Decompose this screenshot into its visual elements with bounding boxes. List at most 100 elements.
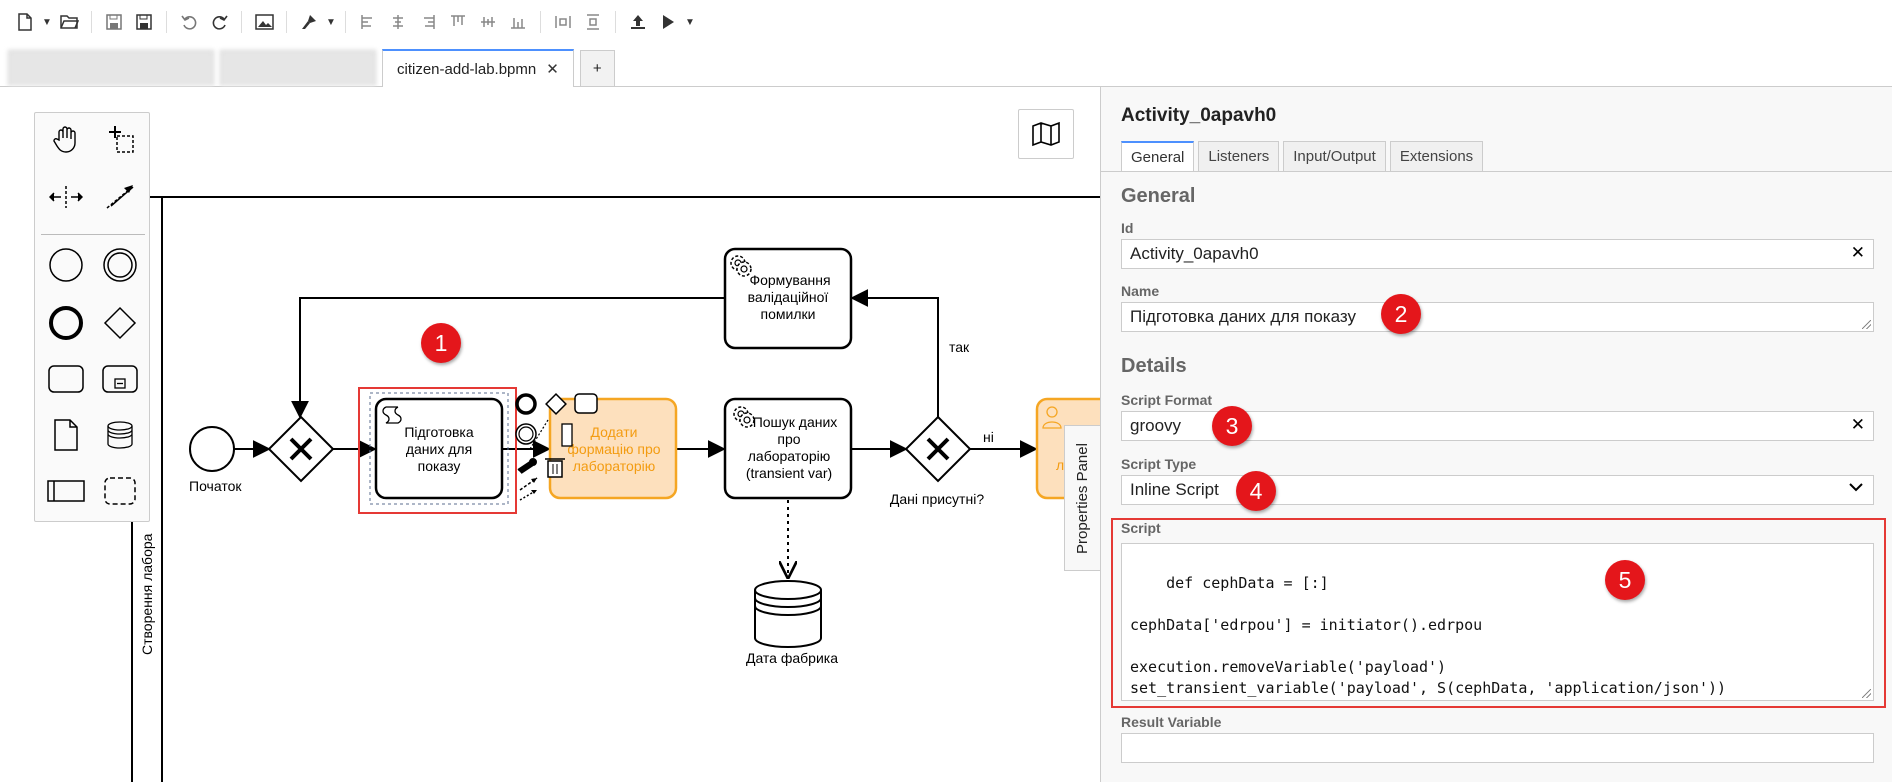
clear-script-format-icon[interactable]: ✕ — [1851, 415, 1865, 435]
tab-listeners[interactable]: Listeners — [1198, 141, 1280, 171]
tab-blurred-1[interactable]: blurred tab — [8, 50, 214, 86]
new-file-dropdown-icon[interactable]: ▼ — [40, 7, 54, 37]
resize-grip-icon[interactable] — [1862, 320, 1871, 329]
tab-bar: blurred tab blurred citizen-add-lab.bpmn… — [0, 49, 1892, 87]
service-task-search-label-3: лабораторію — [748, 448, 830, 464]
minimap-toggle-button[interactable] — [1018, 109, 1074, 159]
toolbar-divider — [345, 11, 346, 33]
align-middle-icon[interactable] — [473, 7, 503, 37]
distribute-horizontal-icon[interactable] — [548, 7, 578, 37]
data-store[interactable] — [754, 580, 822, 648]
data-store-label: Дата фабрика — [746, 650, 838, 666]
name-label: Name — [1121, 283, 1160, 299]
properties-panel: Activity_0apavh0 General Listeners Input… — [1100, 87, 1892, 782]
diagram-canvas[interactable]: Створення лабора Початок Підготовка дани… — [0, 87, 1100, 782]
hand-tool-icon[interactable] — [41, 117, 91, 161]
save-as-icon[interactable] — [129, 7, 159, 37]
service-task-search-label-2: про — [777, 431, 800, 447]
user-task-partial-label: л — [1056, 457, 1064, 473]
align-right-icon[interactable] — [413, 7, 443, 37]
close-icon[interactable]: ✕ — [546, 60, 559, 78]
panel-tabs: General Listeners Input/Output Extension… — [1121, 141, 1487, 171]
start-event[interactable] — [189, 426, 235, 472]
create-end-event-icon[interactable] — [41, 301, 91, 345]
script-format-label: Script Format — [1121, 392, 1213, 408]
distribute-vertical-icon[interactable] — [578, 7, 608, 37]
name-field[interactable]: Підготовка даних для показу — [1121, 302, 1874, 332]
script-type-value: Inline Script — [1130, 480, 1219, 499]
run-dropdown-icon[interactable]: ▼ — [683, 7, 697, 37]
align-top-icon[interactable] — [443, 7, 473, 37]
new-file-icon[interactable] — [10, 7, 40, 37]
name-value: Підготовка даних для показу — [1130, 307, 1356, 326]
toolbar: ▼ ▼ ▼ — [0, 0, 1892, 44]
append-text-annotation-icon[interactable] — [561, 423, 573, 447]
add-tab-button[interactable]: + — [579, 50, 615, 86]
start-event-label: Початок — [189, 478, 242, 494]
delete-trash-icon[interactable] — [545, 458, 565, 478]
toolbar-divider — [91, 11, 92, 33]
lasso-tool-icon[interactable] — [95, 117, 145, 161]
open-folder-icon[interactable] — [54, 7, 84, 37]
map-icon — [1032, 121, 1060, 147]
tool-palette — [34, 112, 150, 522]
append-task-icon[interactable] — [574, 393, 598, 414]
exclusive-gateway-merge[interactable] — [267, 415, 335, 483]
tab-general[interactable]: General — [1121, 141, 1195, 171]
exclusive-gateway-data-present[interactable] — [904, 415, 972, 483]
create-data-object-icon[interactable] — [41, 413, 91, 457]
create-subprocess-icon[interactable] — [95, 357, 145, 401]
result-variable-label: Result Variable — [1121, 714, 1222, 730]
panel-tabs-divider — [1101, 171, 1892, 172]
create-start-event-icon[interactable] — [41, 243, 91, 287]
chevron-down-icon — [1849, 479, 1863, 497]
create-task-icon[interactable] — [41, 357, 91, 401]
save-icon[interactable] — [99, 7, 129, 37]
undo-icon[interactable] — [174, 7, 204, 37]
tab-citizen-add-lab[interactable]: citizen-add-lab.bpmn ✕ — [382, 49, 574, 87]
create-data-store-icon[interactable] — [95, 413, 145, 457]
align-center-icon[interactable] — [383, 7, 413, 37]
create-gateway-icon[interactable] — [95, 301, 145, 345]
clear-id-icon[interactable]: ✕ — [1851, 243, 1865, 263]
align-left-icon[interactable] — [353, 7, 383, 37]
script-type-select[interactable]: Inline Script — [1121, 475, 1874, 505]
create-pool-icon[interactable] — [41, 469, 91, 513]
tab-input-output[interactable]: Input/Output — [1283, 141, 1386, 171]
lane-label: Створення лабора — [139, 533, 155, 655]
deploy-icon[interactable] — [623, 7, 653, 37]
annotation-badge-1: 1 — [421, 323, 461, 363]
tab-blurred-2[interactable]: blurred — [220, 50, 376, 86]
paint-brush-icon[interactable] — [294, 7, 324, 37]
service-task-error-label-3: помилки — [761, 306, 816, 322]
append-end-event-icon[interactable] — [515, 393, 537, 415]
result-variable-field[interactable] — [1121, 733, 1874, 763]
user-task-add-label-1: Додати — [591, 424, 638, 440]
redo-icon[interactable] — [204, 7, 234, 37]
tab-extensions[interactable]: Extensions — [1389, 141, 1484, 171]
section-general-heading: General — [1121, 185, 1196, 207]
flow-label-yes: так — [949, 339, 970, 355]
create-group-icon[interactable] — [95, 469, 145, 513]
service-task-error-label-1: Формування — [749, 272, 830, 288]
id-field[interactable]: Activity_0apavh0 ✕ — [1121, 239, 1874, 269]
service-task-error-label-2: валідаційної — [748, 289, 829, 305]
service-task-search-label-4: (transient var) — [746, 465, 832, 481]
run-icon[interactable] — [653, 7, 683, 37]
image-export-icon[interactable] — [249, 7, 279, 37]
annotation-badge-4: 4 — [1236, 471, 1276, 511]
bpmn-diagram: Створення лабора Початок Підготовка дани… — [131, 196, 1100, 782]
properties-panel-toggle-label: Properties Panel — [1074, 442, 1091, 554]
script-type-label: Script Type — [1121, 456, 1197, 472]
change-type-wrench-icon[interactable] — [517, 458, 537, 474]
space-tool-icon[interactable] — [41, 175, 91, 219]
toolbar-divider — [286, 11, 287, 33]
align-bottom-icon[interactable] — [503, 7, 533, 37]
section-details-heading: Details — [1121, 355, 1187, 377]
paint-dropdown-icon[interactable]: ▼ — [324, 7, 338, 37]
annotation-badge-3: 3 — [1212, 406, 1252, 446]
annotation-badge-2: 2 — [1381, 294, 1421, 334]
properties-panel-toggle[interactable]: Properties Panel — [1064, 425, 1100, 571]
create-intermediate-event-icon[interactable] — [95, 243, 145, 287]
global-connect-tool-icon[interactable] — [95, 175, 145, 219]
